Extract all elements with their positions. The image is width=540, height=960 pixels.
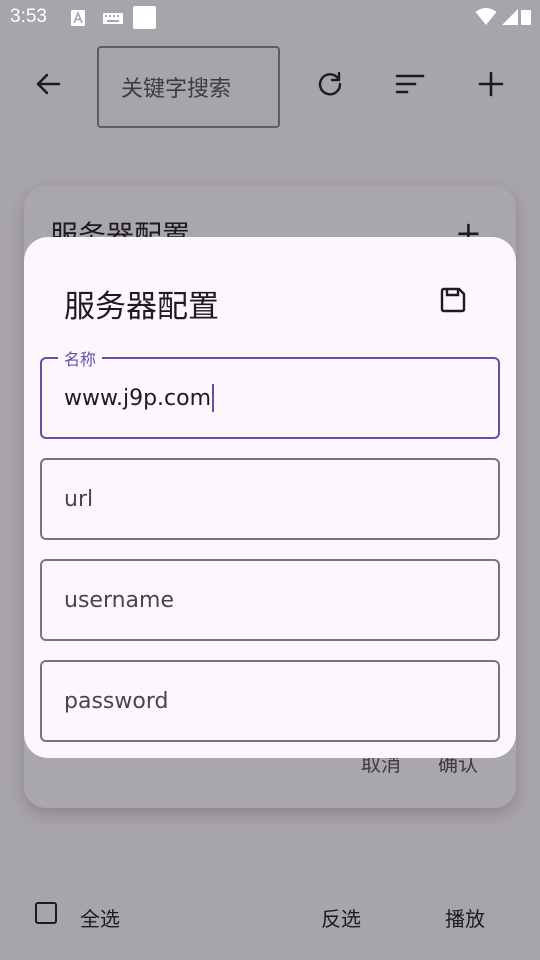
sort-button[interactable] [390, 64, 430, 104]
url-field[interactable]: url [40, 458, 500, 540]
invert-selection-button[interactable]: 反选 [321, 903, 361, 932]
back-button[interactable] [28, 64, 68, 104]
username-field-placeholder: username [64, 587, 174, 613]
select-all-checkbox[interactable] [35, 902, 57, 924]
notification-square-icon [133, 6, 156, 29]
username-field[interactable]: username [40, 559, 500, 641]
dialog-title: 服务器配置 [64, 289, 219, 325]
sort-icon [395, 74, 425, 94]
save-icon [440, 287, 466, 313]
add-button[interactable] [471, 64, 511, 104]
battery-icon [521, 10, 531, 25]
refresh-icon [318, 71, 342, 96]
text-cursor [212, 384, 215, 412]
search-placeholder: 关键字搜索 [121, 77, 232, 102]
keyboard-icon [103, 13, 123, 24]
select-all-label[interactable]: 全选 [80, 903, 120, 932]
arrow-back-icon [36, 73, 61, 95]
name-field-label: 名称 [58, 346, 103, 370]
save-button[interactable] [432, 279, 474, 321]
name-field-value: www.j9p.com [64, 385, 212, 411]
wifi-icon [475, 8, 497, 25]
play-button[interactable]: 播放 [445, 903, 485, 932]
signal-icon [502, 9, 518, 25]
status-time: 3:53 [10, 6, 47, 27]
search-input[interactable]: 关键字搜索 [97, 46, 280, 128]
url-field-placeholder: url [64, 486, 94, 512]
text-a-icon [71, 10, 85, 26]
plus-icon [478, 71, 504, 97]
refresh-button[interactable] [310, 64, 350, 104]
password-field[interactable]: password [40, 660, 500, 742]
name-field[interactable]: www.j9p.com [40, 357, 500, 439]
password-field-placeholder: password [64, 688, 169, 714]
